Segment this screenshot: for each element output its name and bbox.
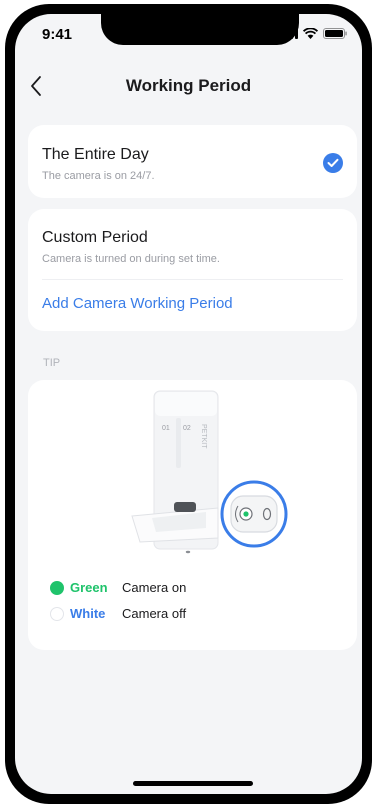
tank-label-01: 01: [162, 425, 170, 432]
phone-frame: 9:41 Working Period The Entire Day The c…: [5, 4, 372, 804]
status-icons: [280, 28, 347, 39]
legend-description: Camera on: [122, 580, 187, 595]
option-title: The Entire Day: [42, 146, 149, 163]
notch: [101, 14, 299, 45]
battery-icon: [323, 28, 347, 39]
camera-indicator-light: [243, 511, 249, 517]
legend-color-name: Green: [70, 580, 108, 595]
status-time: 9:41: [42, 26, 73, 43]
selected-check-icon: [323, 153, 343, 173]
option-custom-period[interactable]: Custom Period Camera is turned on during…: [28, 209, 357, 331]
wifi-icon: [303, 28, 318, 39]
feeder-camera-illustration: 01 02 PETKIT: [131, 390, 288, 554]
page-title: Working Period: [125, 76, 252, 95]
brand-label: PETKIT: [200, 424, 207, 449]
legend-item-white: White Camera off: [50, 606, 186, 621]
divider: [42, 279, 343, 280]
green-dot-icon: [50, 580, 64, 595]
option-subtitle: Camera is turned on during set time.: [42, 253, 220, 265]
app-screen: 9:41 Working Period The Entire Day The c…: [15, 14, 362, 794]
signal-icon: [280, 28, 298, 39]
legend-item-green: Green Camera on: [50, 580, 186, 595]
navigation-bar: Working Period: [15, 66, 362, 106]
legend-description: Camera off: [122, 606, 187, 621]
tank-label-02: 02: [183, 425, 191, 432]
option-subtitle: The camera is on 24/7.: [42, 170, 155, 182]
tip-section-label: TIP: [43, 357, 61, 369]
option-entire-day[interactable]: The Entire Day The camera is on 24/7.: [28, 125, 357, 198]
tip-card: 01 02 PETKIT Green Camera on White Camer…: [28, 380, 357, 650]
option-title: Custom Period: [42, 229, 148, 246]
home-indicator: [133, 781, 253, 786]
white-dot-icon: [50, 606, 64, 621]
add-working-period-link[interactable]: Add Camera Working Period: [42, 295, 233, 312]
legend-color-name: White: [70, 606, 106, 621]
